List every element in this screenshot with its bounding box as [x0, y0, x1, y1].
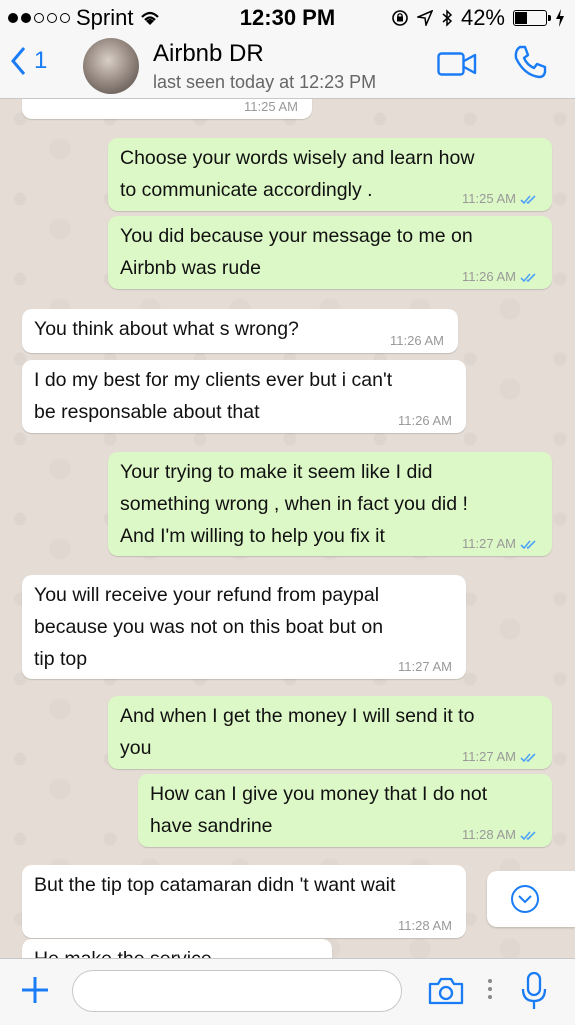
scroll-down-button[interactable] — [487, 871, 575, 927]
back-button[interactable]: 1 — [10, 46, 47, 76]
status-bar: Sprint 12:30 PM 42% — [0, 0, 575, 34]
incoming-message[interactable]: But the tip top catamaran didn 't want w… — [22, 865, 466, 938]
message-meta: 11:25 AM — [462, 192, 538, 206]
incoming-message[interactable]: He make the service — [22, 939, 332, 958]
message-time: 11:28 AM — [398, 918, 452, 933]
message-time: 11:26 AM — [462, 269, 516, 284]
battery-icon — [513, 10, 551, 26]
message-meta: 11:26 AM — [390, 334, 444, 348]
phone-icon[interactable] — [512, 44, 548, 80]
read-ticks-icon — [520, 272, 536, 282]
incoming-message[interactable]: You think about what s wrong? 11:26 AM — [22, 309, 458, 353]
incoming-message[interactable]: You will receive your refund from paypal… — [22, 575, 466, 679]
message-meta: 11:25 AM — [244, 100, 298, 114]
bluetooth-icon — [442, 9, 453, 27]
message-input[interactable] — [72, 970, 402, 1012]
message-meta: 11:27 AM — [398, 660, 452, 674]
message-meta: 11:27 AM — [462, 750, 538, 764]
message-text: He make the service — [34, 943, 318, 958]
message-meta: 11:26 AM — [398, 414, 452, 428]
message-meta: 11:28 AM — [398, 919, 452, 933]
microphone-icon[interactable] — [519, 971, 549, 1011]
outgoing-message[interactable]: You did because your message to me on Ai… — [108, 216, 552, 289]
video-call-icon[interactable] — [437, 52, 477, 76]
message-time: 11:27 AM — [462, 749, 516, 764]
read-ticks-icon — [520, 539, 536, 549]
camera-icon[interactable] — [427, 976, 465, 1006]
read-ticks-icon — [520, 752, 536, 762]
message-time: 11:27 AM — [462, 536, 516, 551]
scroll-down-icon — [511, 885, 539, 913]
message-text: But the tip top catamaran didn 't want w… — [34, 874, 396, 896]
message-meta: 11:27 AM — [462, 537, 538, 551]
message-time: 11:27 AM — [398, 659, 452, 674]
battery-percent: 42% — [460, 5, 505, 30]
message-time: 11:26 AM — [398, 413, 452, 428]
charging-icon — [556, 9, 564, 27]
message-time: 11:25 AM — [462, 191, 516, 206]
message-text: You will receive your refund from paypal… — [34, 584, 384, 670]
status-right: 42% — [391, 5, 565, 31]
plus-icon[interactable] — [20, 975, 50, 1005]
outgoing-message[interactable]: And when I get the money I will send it … — [108, 696, 552, 769]
outgoing-message[interactable]: How can I give you money that I do not h… — [138, 774, 552, 847]
read-ticks-icon — [520, 830, 536, 840]
location-icon — [416, 10, 433, 26]
message-text: You think about what s wrong? — [34, 318, 299, 340]
orientation-lock-icon — [392, 10, 408, 26]
chat-header: 1 Airbnb DR last seen today at 12:23 PM — [0, 34, 575, 99]
message-time: 11:26 AM — [390, 333, 444, 348]
input-bar — [0, 958, 575, 1025]
more-icon[interactable] — [488, 979, 494, 1003]
outgoing-message[interactable]: Your trying to make it seem like I did s… — [108, 452, 552, 556]
message-meta: 11:28 AM — [462, 828, 538, 842]
message-list[interactable]: 11:25 AM Choose your words wisely and lea… — [0, 99, 575, 958]
message-text: I do my best for my clients ever but i c… — [34, 369, 393, 423]
contact-info[interactable]: Airbnb DR last seen today at 12:23 PM — [153, 40, 376, 93]
back-count: 1 — [34, 47, 48, 74]
message-time: 11:25 AM — [244, 99, 298, 114]
last-seen: last seen today at 12:23 PM — [153, 72, 377, 92]
incoming-message[interactable]: 11:25 AM — [22, 99, 312, 119]
read-ticks-icon — [520, 194, 536, 204]
incoming-message[interactable]: I do my best for my clients ever but i c… — [22, 360, 466, 433]
message-meta: 11:26 AM — [462, 270, 538, 284]
message-time: 11:28 AM — [462, 827, 516, 842]
chevron-left-icon — [11, 47, 26, 75]
contact-name: Airbnb DR — [153, 40, 264, 67]
avatar[interactable] — [83, 38, 139, 94]
outgoing-message[interactable]: Choose your words wisely and learn how t… — [108, 138, 552, 211]
